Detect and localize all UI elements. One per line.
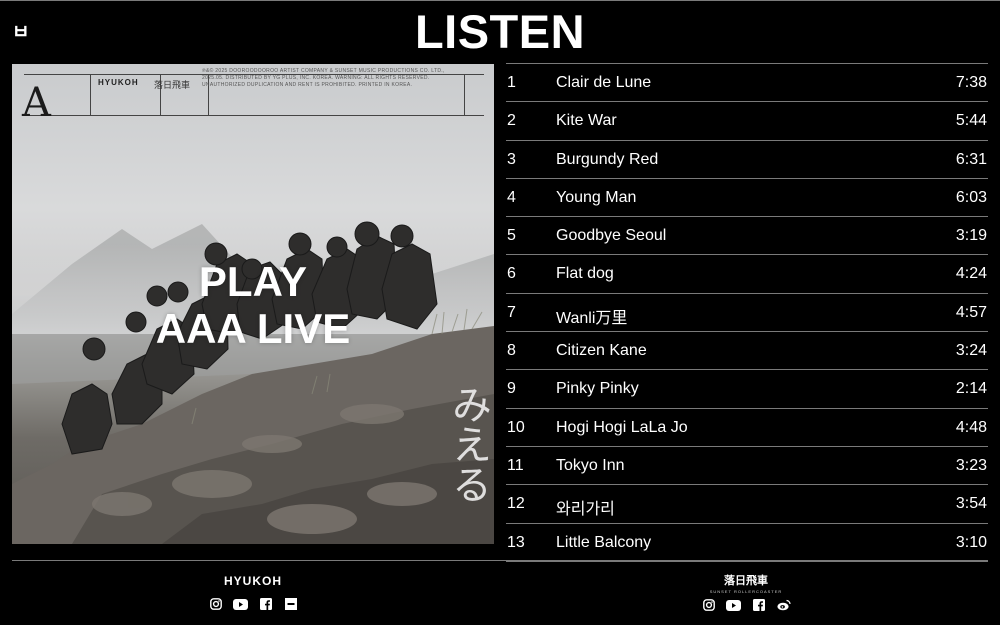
play-overlay-line2: AAA LIVE: [155, 305, 351, 352]
cover-copyright: ℗&© 2025 DOOROODOOROO ARTIST COMPANY & S…: [202, 68, 445, 88]
track-number: 13: [507, 533, 525, 551]
track-title: 와리가리: [556, 501, 615, 519]
track-duration: 5:44: [955, 112, 987, 130]
track-row[interactable]: 1 Clair de Lune 7:38: [506, 63, 988, 101]
track-number: 1: [507, 74, 516, 91]
track-number: 5: [507, 227, 516, 245]
track-title: Citizen Kane: [556, 342, 647, 360]
track-number: 8: [507, 342, 516, 360]
track-title: Little Balcony: [556, 533, 652, 551]
track-row[interactable]: 7 Wanli万里 4:57: [506, 292, 988, 331]
cover-brand-hyukoh: HYUKOH: [98, 78, 139, 87]
cover-brand-sunset: 落日飛車: [154, 80, 191, 90]
sunset-rollercoaster-subtitle: SUNSET ROLLERCOASTER: [709, 589, 783, 594]
track-number: 3: [507, 150, 516, 168]
track-number: 10: [507, 418, 525, 436]
track-number: 2: [507, 112, 516, 130]
track-number: 6: [507, 265, 516, 283]
page-title: LISTEN: [414, 5, 586, 58]
youtube-icon[interactable]: [725, 598, 743, 612]
track-row[interactable]: 4 Young Man 6:03: [506, 177, 988, 216]
cover-calligraphy: みえる: [445, 384, 491, 504]
sunset-rollercoaster-logo[interactable]: 落日飛車: [696, 573, 796, 589]
track-duration: 3:19: [955, 227, 987, 245]
track-duration: 7:38: [955, 74, 987, 91]
footer-sunset-rollercoaster: 落日飛車 SUNSET ROLLERCOASTER: [696, 573, 796, 612]
play-overlay[interactable]: PLAY AAA LIVE: [12, 258, 494, 352]
track-title: Burgundy Red: [556, 150, 659, 168]
track-number: 9: [507, 380, 516, 398]
track-row[interactable]: 2 Kite War 5:44: [506, 101, 988, 139]
track-duration: 3:10: [955, 533, 987, 551]
sunset-social-links: [696, 598, 796, 612]
facebook-icon[interactable]: [750, 598, 768, 612]
track-duration: 4:48: [955, 418, 987, 436]
track-duration: 3:54: [955, 495, 987, 513]
top-divider: [0, 0, 1000, 1]
play-overlay-line1: PLAY: [198, 258, 308, 305]
hyukoh-logo[interactable]: HYUKOH: [203, 573, 303, 589]
track-duration: 3:24: [955, 342, 987, 360]
track-duration: 3:23: [955, 456, 987, 474]
track-title: Flat dog: [556, 265, 614, 283]
footer-hyukoh: HYUKOH: [203, 573, 303, 611]
instagram-icon[interactable]: [700, 598, 718, 612]
track-number: 12: [507, 495, 525, 513]
track-number: 7: [507, 303, 516, 321]
track-row[interactable]: 13 Little Balcony 3:10: [506, 522, 988, 562]
track-row[interactable]: 9 Pinky Pinky 2:14: [506, 369, 988, 407]
track-duration: 6:31: [955, 150, 987, 168]
track-row[interactable]: 12 와리가리 3:54: [506, 484, 988, 522]
track-row[interactable]: 5 Goodbye Seoul 3:19: [506, 216, 988, 254]
track-duration: 4:57: [955, 303, 987, 321]
track-title: Hogi Hogi LaLa Jo: [556, 418, 688, 436]
hyukoh-social-links: [203, 597, 303, 611]
album-cover-play-button[interactable]: A HYUKOH 落日飛車 ℗&© 2025 DOOROODOOROO ARTI…: [12, 64, 494, 544]
track-duration: 4:24: [955, 265, 987, 283]
track-row[interactable]: 3 Burgundy Red 6:31: [506, 139, 988, 178]
track-title: Goodbye Seoul: [556, 227, 667, 245]
track-row[interactable]: 10 Hogi Hogi LaLa Jo 4:48: [506, 407, 988, 446]
cover-divider: [464, 75, 465, 115]
track-title: Pinky Pinky: [556, 380, 639, 398]
track-duration: 2:14: [955, 380, 987, 398]
track-number: 4: [507, 188, 516, 206]
track-title: Kite War: [556, 112, 617, 130]
track-title: Wanli万里: [556, 309, 628, 327]
cover-divider: [90, 75, 91, 115]
weibo-icon[interactable]: [775, 598, 793, 612]
youtube-icon[interactable]: [232, 597, 250, 611]
tracklist: 1 Clair de Lune 7:38 2 Kite War 5:44 3 Burgun…: [506, 63, 988, 562]
facebook-icon[interactable]: [257, 597, 275, 611]
track-row[interactable]: 6 Flat dog 4:24: [506, 254, 988, 292]
track-number: 11: [507, 456, 524, 474]
track-row[interactable]: 8 Citizen Kane 3:24: [506, 331, 988, 369]
adr-icon[interactable]: [282, 597, 300, 611]
track-row[interactable]: 11 Tokyo Inn 3:23: [506, 445, 988, 484]
instagram-icon[interactable]: [207, 597, 225, 611]
cover-glyph: A: [22, 80, 51, 126]
track-title: Young Man: [556, 188, 637, 206]
track-title: Clair de Lune: [556, 74, 652, 91]
track-title: Tokyo Inn: [556, 456, 625, 474]
footer-divider: [12, 560, 988, 561]
track-duration: 6:03: [955, 188, 987, 206]
